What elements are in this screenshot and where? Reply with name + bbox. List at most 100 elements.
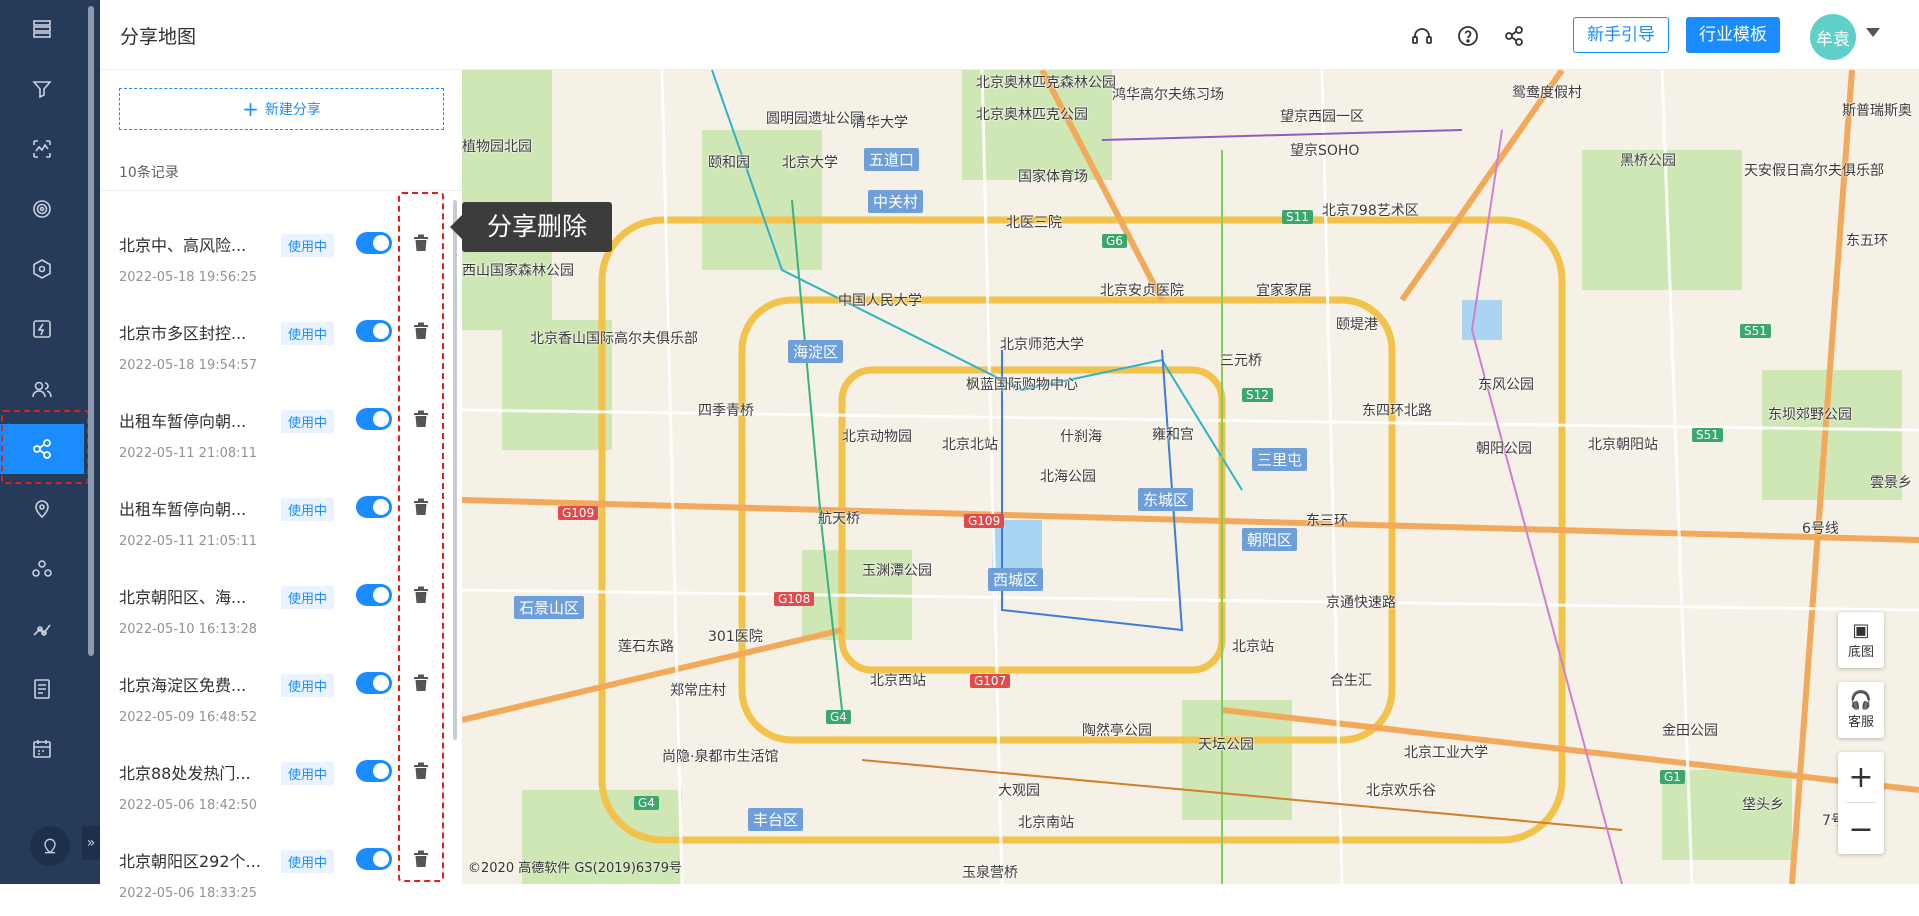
map-label[interactable]: 西山国家森林公园 [462, 260, 574, 280]
map-label[interactable]: 丰台区 [748, 808, 804, 831]
nav-scrollbar[interactable] [88, 6, 94, 656]
nav-users-icon[interactable] [0, 364, 84, 414]
zoom-out-button[interactable]: − [1838, 804, 1884, 854]
map-label[interactable]: 雲景乡 [1870, 472, 1912, 492]
map-label[interactable]: 植物园北园 [462, 136, 532, 156]
map-label[interactable]: 北京奥林匹克公园 [976, 104, 1088, 124]
share-name[interactable]: 北京海淀区免费... [119, 672, 269, 696]
map-label[interactable]: 清华大学 [852, 112, 908, 132]
headset-icon[interactable] [1408, 22, 1436, 50]
map-label[interactable]: 北京西站 [870, 670, 926, 690]
avatar[interactable]: 牟袁 [1810, 14, 1856, 60]
map-label[interactable]: 黑桥公园 [1620, 150, 1676, 170]
map-label[interactable]: 望京西园一区 [1280, 106, 1364, 126]
map-label[interactable]: 北京欢乐谷 [1366, 780, 1436, 800]
share-toggle[interactable] [356, 584, 392, 606]
map-label[interactable]: 中国人民大学 [838, 290, 922, 310]
nav-flash-icon[interactable] [0, 304, 84, 354]
list-scrollbar[interactable] [453, 200, 457, 740]
share-toggle[interactable] [356, 408, 392, 430]
guide-button[interactable]: 新手引导 [1573, 17, 1669, 53]
map-label[interactable]: 301医院 [708, 626, 763, 646]
map-view[interactable]: 北京奥林匹克森林公园 鸿华高尔夫练习场 望京西园一区 鸳鸯度假村 斯普瑞斯奥 圆明园遗址公… [462, 70, 1919, 884]
map-label[interactable]: 鸳鸯度假村 [1512, 82, 1582, 102]
share-toggle[interactable] [356, 760, 392, 782]
map-label[interactable]: 三元桥 [1220, 350, 1262, 370]
nav-filter-icon[interactable] [0, 64, 84, 114]
map-label[interactable]: 北京北站 [942, 434, 998, 454]
template-button[interactable]: 行业模板 [1686, 17, 1780, 53]
new-share-button[interactable]: + 新建分享 [119, 88, 444, 130]
map-label[interactable]: 中关村 [868, 190, 924, 213]
nav-analysis-icon[interactable] [0, 124, 84, 174]
map-label[interactable]: 航天桥 [818, 508, 860, 528]
customer-service-button[interactable]: 🎧 客服 [1838, 682, 1884, 738]
map-label[interactable]: 三里屯 [1252, 448, 1308, 471]
share-name[interactable]: 北京市多区封控... [119, 320, 269, 344]
map-label[interactable]: 宜家家居 [1256, 280, 1312, 300]
map-label[interactable]: 国家体育场 [1018, 166, 1088, 186]
basemap-button[interactable]: ▣ 底图 [1838, 612, 1884, 668]
zoom-in-button[interactable]: + [1838, 752, 1884, 802]
map-label[interactable]: 东五环 [1846, 230, 1888, 250]
map-label[interactable]: 北京安贞医院 [1100, 280, 1184, 300]
map-label[interactable]: 北京香山国际高尔夫俱乐部 [530, 328, 698, 348]
map-label[interactable]: 垡头乡 [1742, 794, 1784, 814]
map-label[interactable]: 朝阳公园 [1476, 438, 1532, 458]
map-label[interactable]: 东四环北路 [1362, 400, 1432, 420]
map-label[interactable]: 金田公园 [1662, 720, 1718, 740]
map-label[interactable]: 北京动物园 [842, 426, 912, 446]
map-label[interactable]: 石景山区 [514, 596, 585, 619]
map-label[interactable]: 西城区 [988, 568, 1044, 591]
map-label[interactable]: 什刹海 [1060, 426, 1102, 446]
share-name[interactable]: 出租车暂停向朝... [119, 408, 269, 432]
map-label[interactable]: 朝阳区 [1242, 528, 1298, 551]
nav-route-icon[interactable] [0, 604, 84, 654]
map-label[interactable]: 合生汇 [1330, 670, 1372, 690]
chevron-down-icon[interactable] [1866, 28, 1880, 37]
map-label[interactable]: 东三环 [1306, 510, 1348, 530]
share-toggle[interactable] [356, 848, 392, 870]
map-label[interactable]: 海淀区 [788, 340, 844, 363]
share-name[interactable]: 北京中、高风险... [119, 232, 269, 256]
share-toggle[interactable] [356, 672, 392, 694]
share-name[interactable]: 北京朝阳区、海... [119, 584, 269, 608]
map-label[interactable]: 尚隐·泉都市生活馆 [662, 746, 778, 766]
share-icon[interactable] [1500, 22, 1528, 50]
map-label[interactable]: 玉渊潭公园 [862, 560, 932, 580]
map-label[interactable]: 北海公园 [1040, 466, 1096, 486]
share-toggle[interactable] [356, 496, 392, 518]
share-name[interactable]: 北京88处发热门... [119, 760, 269, 784]
map-label[interactable]: 天安假日高尔夫俱乐部 [1744, 160, 1884, 180]
share-toggle[interactable] [356, 320, 392, 342]
map-label[interactable]: 莲石东路 [618, 636, 674, 656]
nav-report-icon[interactable] [0, 664, 84, 714]
map-label[interactable]: 天坛公园 [1198, 734, 1254, 754]
share-toggle[interactable] [356, 232, 392, 254]
map-label[interactable]: 颐堤港 [1336, 314, 1378, 334]
map-label[interactable]: 颐和园 [708, 152, 750, 172]
map-label[interactable]: 圆明园遗址公园 [766, 108, 864, 128]
map-label[interactable]: 北京站 [1232, 636, 1274, 656]
nav-cluster-icon[interactable] [0, 544, 84, 594]
nav-layers-icon[interactable] [0, 4, 84, 54]
map-label[interactable]: 京通快速路 [1326, 592, 1396, 612]
map-label[interactable]: 北京南站 [1018, 812, 1074, 832]
nav-calendar-icon[interactable] [0, 724, 84, 774]
nav-collapse-icon[interactable]: » [82, 826, 100, 860]
map-label[interactable]: 玉泉营桥 [962, 862, 1018, 882]
help-icon[interactable] [1454, 22, 1482, 50]
nav-target-icon[interactable] [0, 184, 84, 234]
share-name[interactable]: 出租车暂停向朝... [119, 496, 269, 520]
map-label[interactable]: 望京SOHO [1290, 140, 1359, 160]
nav-location-icon[interactable] [0, 484, 84, 534]
map-label[interactable]: 枫蓝国际购物中心 [966, 374, 1078, 394]
nav-compass-icon[interactable] [0, 244, 84, 294]
map-label[interactable]: 北医三院 [1006, 212, 1062, 232]
map-label[interactable]: 大观园 [998, 780, 1040, 800]
map-label[interactable]: 雍和宫 [1152, 424, 1194, 444]
map-label[interactable]: 东风公园 [1478, 374, 1534, 394]
map-label[interactable]: 北京大学 [782, 152, 838, 172]
map-label[interactable]: 北京朝阳站 [1588, 434, 1658, 454]
map-label[interactable]: 鸿华高尔夫练习场 [1112, 84, 1224, 104]
